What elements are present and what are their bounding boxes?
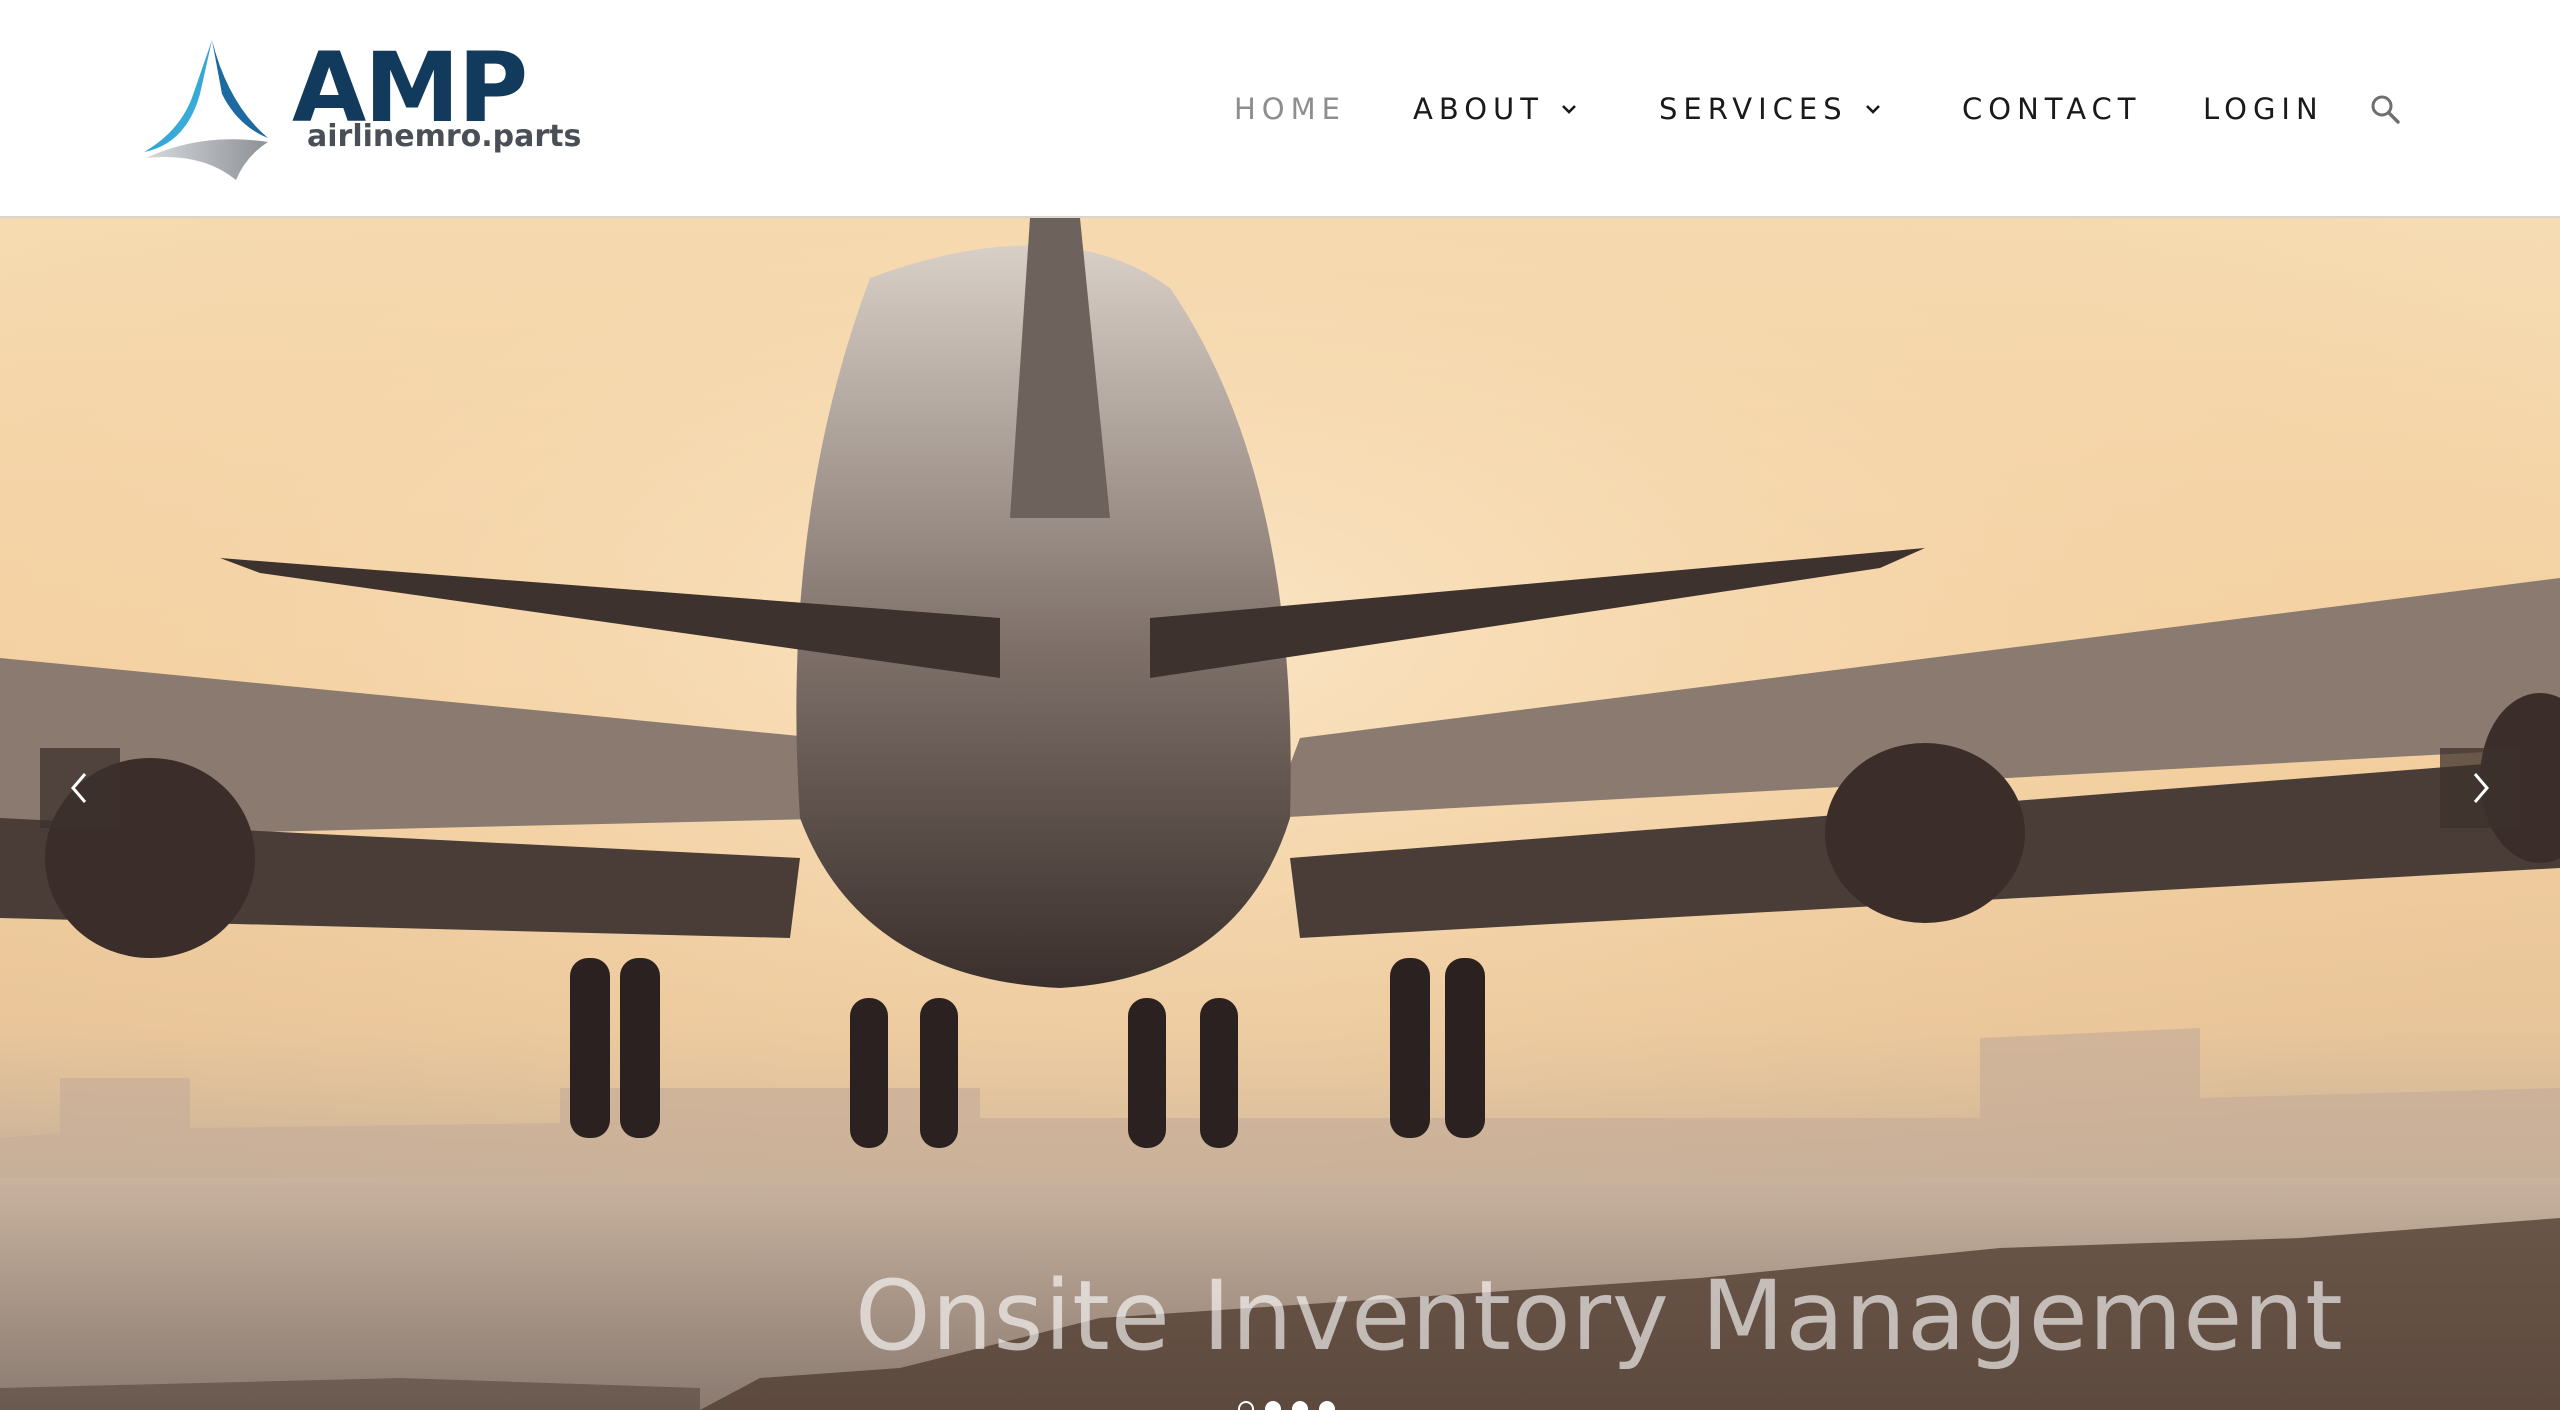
hero-airplane-image — [0, 218, 2560, 1410]
nav-login[interactable]: LOGIN — [2203, 92, 2324, 126]
nav-contact-label: CONTACT — [1962, 92, 2142, 126]
slider-next-button[interactable] — [2440, 748, 2520, 828]
slider-pagination — [1238, 1401, 1335, 1410]
nav-login-label: LOGIN — [2203, 92, 2324, 126]
nav-about[interactable]: ABOUT — [1413, 92, 1580, 126]
site-header: AMP airlinemro.parts HOME ABOUT SERVICES… — [0, 0, 2560, 218]
nav-about-label: ABOUT — [1413, 92, 1544, 126]
chevron-right-icon — [2473, 773, 2489, 803]
chevron-down-icon — [1865, 105, 1880, 114]
hero-slider: Onsite Inventory Management — [0, 218, 2560, 1410]
slider-dot-2[interactable] — [1265, 1401, 1281, 1410]
chevron-left-icon — [71, 773, 87, 803]
slider-prev-button[interactable] — [40, 748, 120, 828]
nav-contact[interactable]: CONTACT — [1962, 92, 2142, 126]
nav-services[interactable]: SERVICES — [1659, 92, 1884, 126]
nav-home-label: HOME — [1234, 92, 1346, 126]
chevron-down-icon — [1562, 105, 1576, 114]
main-nav: HOME ABOUT SERVICES CONTACT LOGIN — [0, 0, 2560, 218]
slide-caption: Onsite Inventory Management — [855, 1260, 2344, 1372]
search-icon[interactable] — [2368, 92, 2402, 126]
nav-home[interactable]: HOME — [1234, 92, 1346, 126]
nav-services-label: SERVICES — [1659, 92, 1848, 126]
slider-dot-1[interactable] — [1238, 1401, 1254, 1410]
slider-dot-4[interactable] — [1319, 1401, 1335, 1410]
slider-dot-3[interactable] — [1292, 1401, 1308, 1410]
